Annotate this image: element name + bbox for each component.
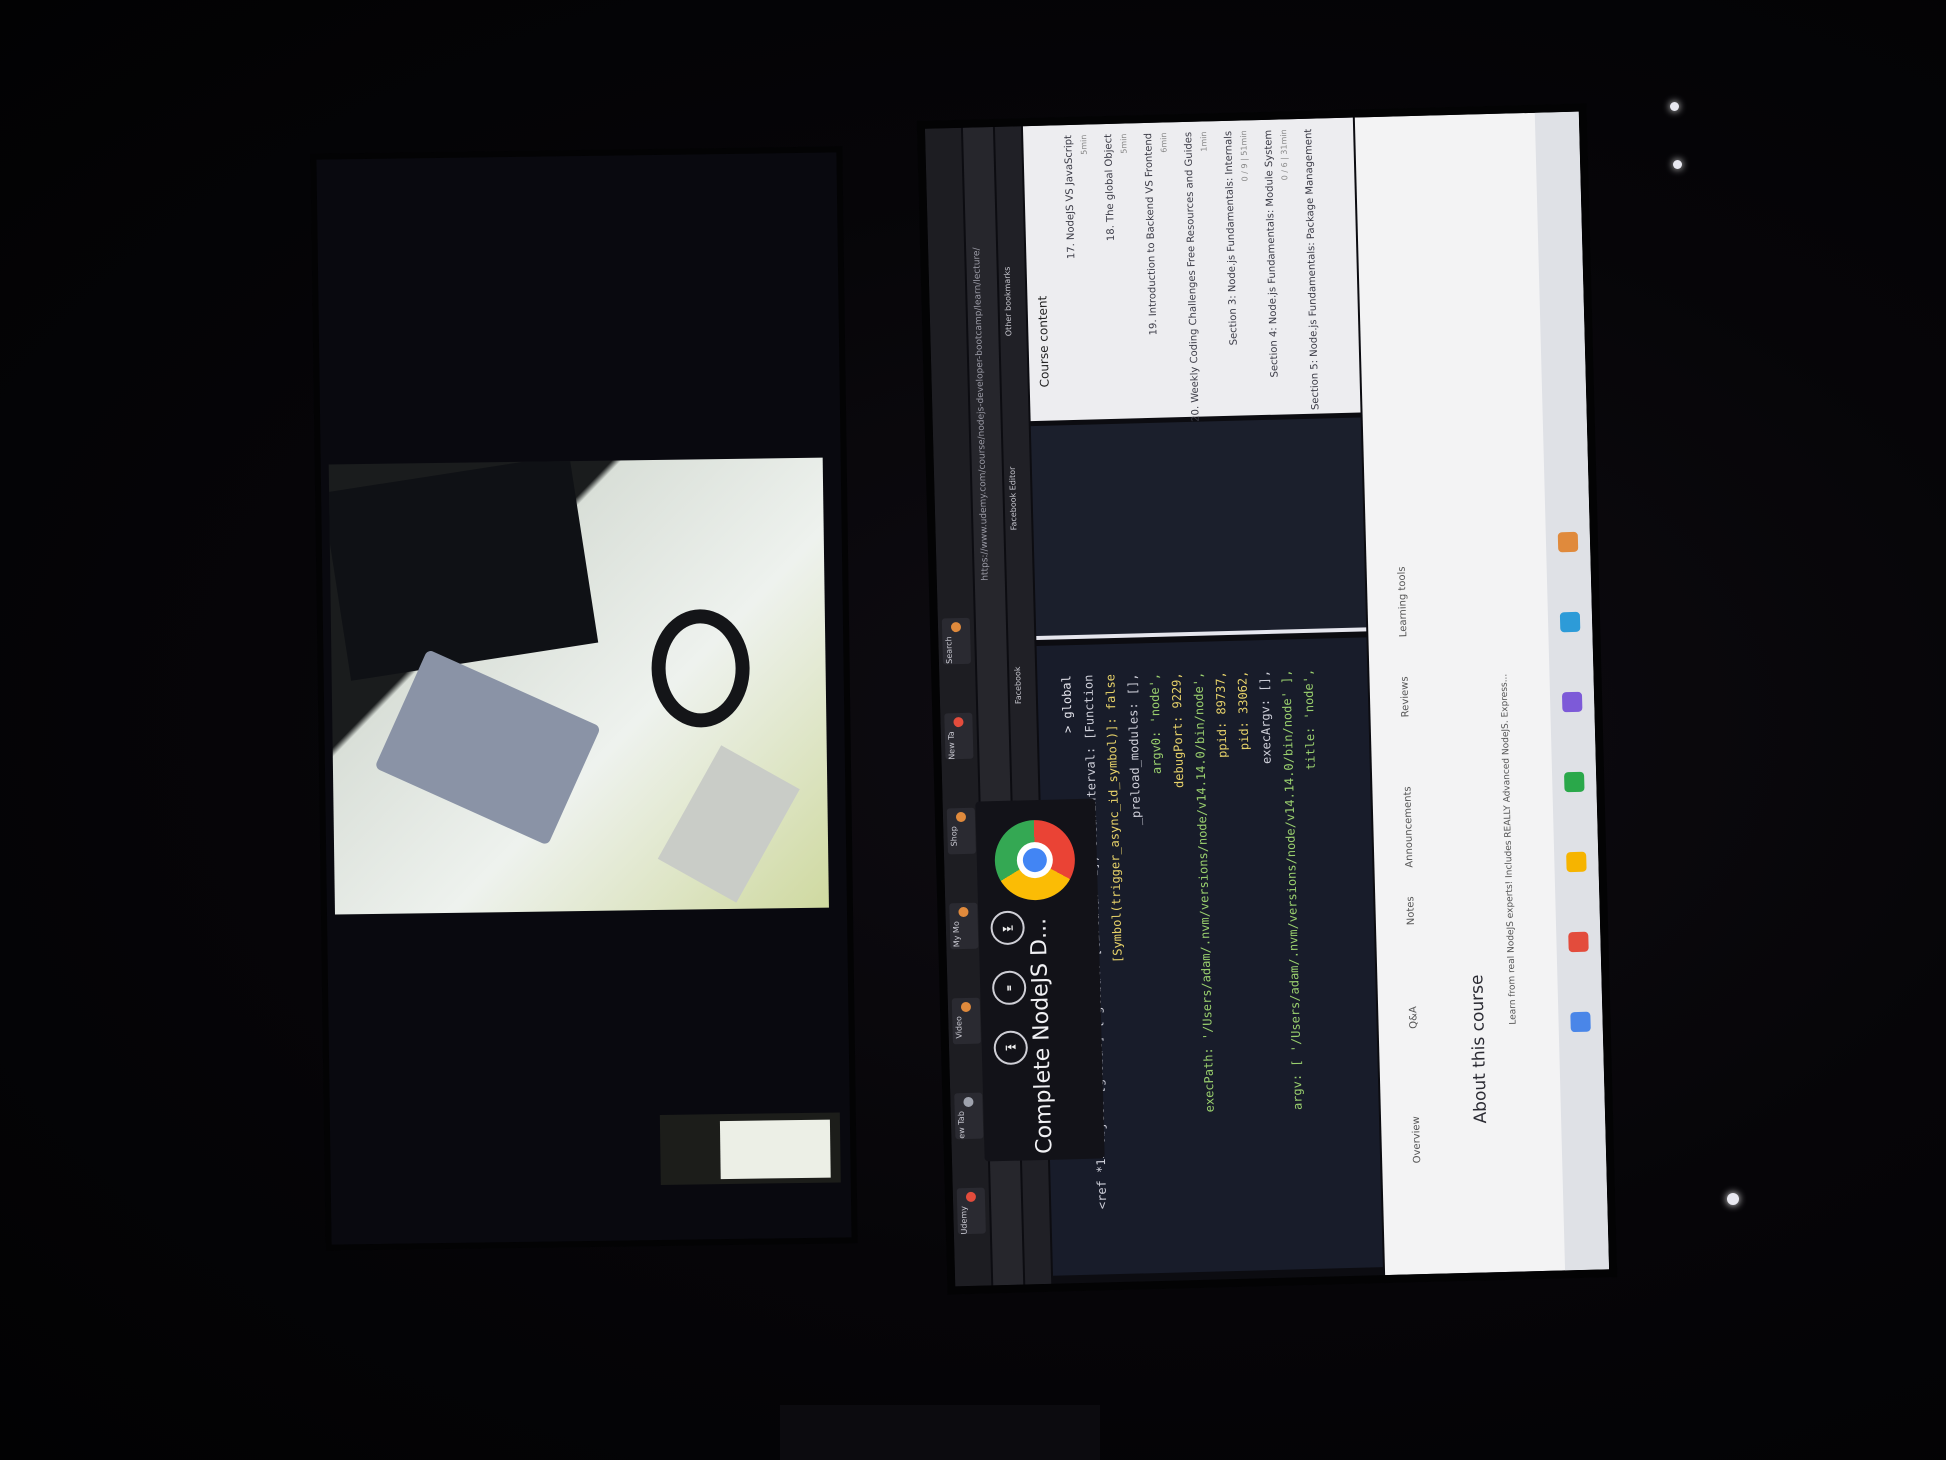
browser-tab[interactable]: New Ta: [944, 712, 974, 760]
taskbar-app-icon[interactable]: [1566, 851, 1587, 873]
sidebar-lecture-meta: 0 / 9 | 51min: [1239, 130, 1250, 182]
media-title: Complete NodeJS D...: [1026, 917, 1058, 1155]
left-popup-window[interactable]: [719, 1119, 831, 1180]
tab-label: Search: [944, 636, 954, 664]
browser-tab[interactable]: Search: [941, 617, 971, 665]
ambient-light: [1727, 1193, 1739, 1205]
ambient-light: [1673, 160, 1682, 169]
terminal-line: ppid: 89737,: [1213, 671, 1230, 759]
course-tab[interactable]: Reviews: [1399, 676, 1411, 717]
address-url[interactable]: https://www.udemy.com/course/nodejs-deve…: [972, 247, 991, 581]
taskbar-app-icon[interactable]: [1570, 1011, 1591, 1033]
taskbar-app-icon[interactable]: [1557, 531, 1579, 553]
browser-tab[interactable]: Udemy: [956, 1187, 986, 1235]
bookmark-item[interactable]: Facebook: [1013, 666, 1023, 704]
video-player-top[interactable]: [1030, 417, 1367, 641]
terminal-line: > global: [1059, 675, 1075, 734]
tab-favicon-icon: [953, 716, 964, 728]
sidebar-lecture-item[interactable]: 17. NodeJS VS JavaScript: [1063, 135, 1077, 259]
terminal-line: title: 'node',: [1301, 668, 1318, 771]
sidebar-heading: Course content: [1035, 295, 1052, 388]
sidebar-lecture-item[interactable]: Section 5: Node.js Fundamentals: Package…: [1303, 129, 1321, 411]
tab-label: Udemy: [959, 1205, 969, 1235]
ambient-light: [1670, 102, 1679, 111]
desktop-wallpaper: [328, 457, 829, 915]
sidebar-lecture-item[interactable]: Section 4: Node.js Fundamentals: Module …: [1263, 130, 1280, 378]
taskbar-app-icon[interactable]: [1559, 611, 1581, 633]
taskbar-app-icon[interactable]: [1568, 931, 1589, 953]
taskbar-app-icon[interactable]: [1561, 691, 1583, 713]
course-tab[interactable]: Overview: [1411, 1116, 1423, 1163]
next-track-button[interactable]: ⏭: [990, 910, 1026, 946]
taskbar-app-icon[interactable]: [1564, 771, 1585, 793]
terminal-line: debugPort: 9229,: [1169, 672, 1187, 789]
tab-label: Shop: [949, 826, 959, 847]
sidebar-lecture-item[interactable]: Section 3: Node.js Fundamentals: Interna…: [1223, 131, 1240, 346]
about-text: Learn from real NodeJS experts! Includes…: [1499, 673, 1519, 1025]
course-content-sidebar: Course content 17. NodeJS VS JavaScript 5…: [1022, 117, 1361, 422]
bookmark-item[interactable]: Facebook Editor: [1008, 466, 1019, 530]
tab-favicon-icon: [955, 811, 967, 823]
wallpaper-headphones: [650, 608, 751, 729]
terminal-line: execPath: '/Users/adam/.nvm/versions/nod…: [1191, 671, 1217, 1113]
sidebar-lecture-item[interactable]: 20. Weekly Coding Challenges Free Resour…: [1183, 132, 1202, 422]
sidebar-lecture-meta: 5min: [1079, 134, 1089, 155]
tab-label: New Tab: [956, 1111, 967, 1140]
course-tab[interactable]: Notes: [1405, 896, 1417, 925]
browser-tab[interactable]: New Tab: [954, 1092, 984, 1140]
tab-favicon-icon: [965, 1191, 977, 1203]
terminal-line: _preload_modules: [],: [1125, 673, 1144, 826]
tab-favicon-icon: [963, 1096, 974, 1108]
terminal-line: execArgv: [],: [1257, 669, 1274, 765]
course-tab[interactable]: Q&A: [1408, 1006, 1420, 1029]
wallpaper-laptop: [374, 649, 601, 846]
bookmark-item[interactable]: Other bookmarks: [1003, 267, 1014, 337]
browser-tab[interactable]: My Mo: [949, 902, 979, 950]
chrome-media-notification[interactable]: Complete NodeJS D... ⏭ ⏸ ⏮: [975, 798, 1105, 1162]
course-tab[interactable]: Learning tools: [1397, 566, 1410, 637]
tab-label: New Ta: [946, 731, 957, 760]
sidebar-lecture-meta: 1min: [1199, 131, 1209, 152]
previous-track-button[interactable]: ⏮: [993, 1030, 1029, 1066]
wallpaper-monitor: [328, 457, 599, 681]
left-monitor: [310, 146, 858, 1251]
terminal-line: pid: 33062,: [1235, 670, 1252, 751]
sidebar-lecture-meta: 5min: [1119, 133, 1129, 154]
terminal-line: argv: [ '/Users/adam/.nvm/versions/node/…: [1279, 669, 1305, 1111]
tab-label: Video: [954, 1016, 964, 1039]
terminal-line: [Symbol(trigger_async_id_symbol)]: false: [1103, 673, 1125, 964]
sidebar-lecture-item[interactable]: 18. The global Object: [1103, 134, 1117, 241]
sidebar-lecture-meta: 6min: [1159, 132, 1169, 153]
browser-tab[interactable]: Shop: [946, 807, 976, 855]
tab-favicon-icon: [950, 621, 962, 633]
sidebar-lecture-meta: 0 / 6 | 31min: [1279, 129, 1290, 181]
monitor-stand: [780, 1405, 1100, 1460]
tab-label: My Mo: [951, 921, 962, 948]
sidebar-lecture-item[interactable]: 19. Introduction to Backend VS Frontend: [1143, 133, 1159, 336]
browser-tab[interactable]: Video: [951, 997, 981, 1045]
tab-favicon-icon: [958, 906, 969, 918]
course-tab[interactable]: Announcements: [1402, 786, 1415, 868]
photo-scene: Udemy New Tab Video My Mo Shop New Ta Search h…: [0, 0, 1946, 1460]
pause-button[interactable]: ⏸: [991, 970, 1027, 1006]
wallpaper-keyboard: [657, 745, 800, 903]
chrome-icon: [993, 819, 1076, 902]
about-heading: About this course: [1467, 974, 1492, 1124]
terminal-line: argv0: 'node',: [1147, 672, 1164, 775]
tab-favicon-icon: [960, 1001, 972, 1013]
